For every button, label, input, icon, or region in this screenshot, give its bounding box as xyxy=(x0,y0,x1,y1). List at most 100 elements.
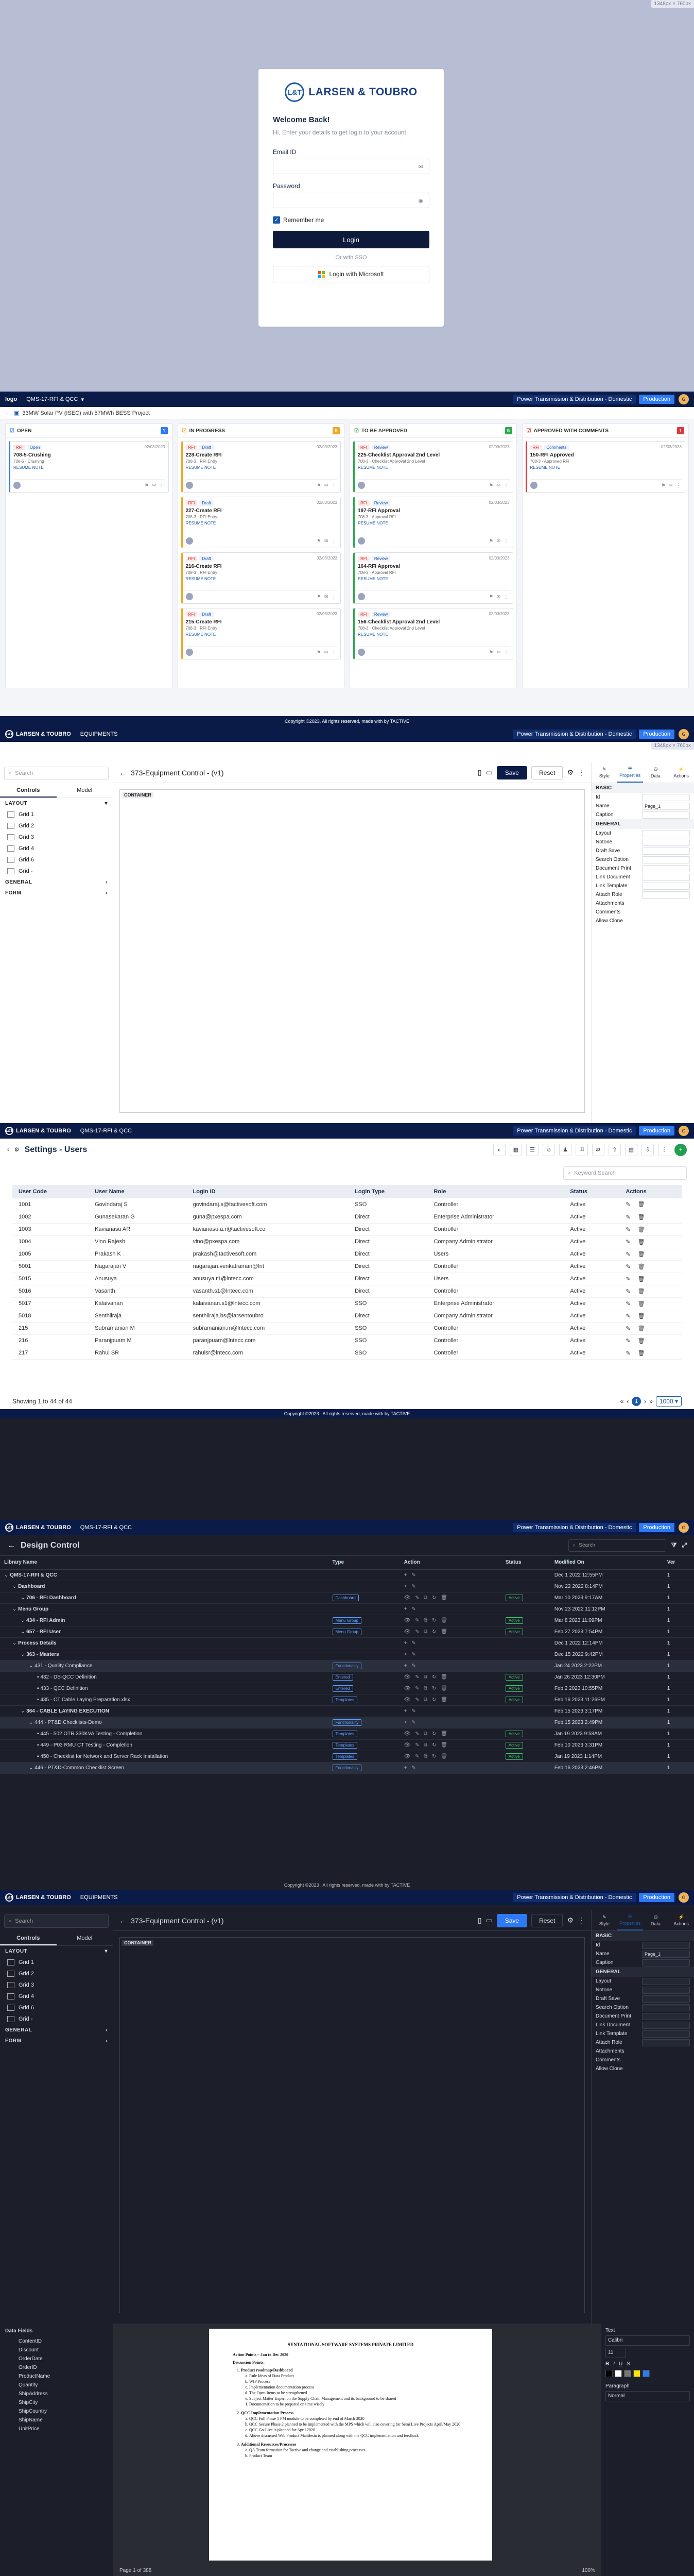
lt-logo[interactable]: L&T LARSEN & TOUBRO xyxy=(5,1893,71,1902)
card-action-icons[interactable]: ⚑ ✉ ⋮ xyxy=(317,594,337,600)
property-input[interactable] xyxy=(642,873,690,881)
grid-item[interactable]: Grid 1 xyxy=(0,809,113,820)
expand-chevron-icon[interactable]: ⌄ xyxy=(21,1652,26,1657)
group-form[interactable]: FORM › xyxy=(0,888,113,899)
delete-icon[interactable]: 🗑 xyxy=(638,1227,645,1233)
group-layout[interactable]: LAYOUT ▾ xyxy=(0,798,113,809)
library-row[interactable]: ⌄ QMS-17-RFI & QCC + ✎ Dec 1 2022 12:55PM 1 xyxy=(0,1569,694,1581)
action-icons[interactable]: 👁 ✎ ⧉ ↻ 🗑 xyxy=(404,1742,449,1748)
group-icon[interactable]: ♟ xyxy=(559,1143,571,1156)
last-page-icon[interactable]: » xyxy=(649,1398,653,1405)
app-switcher[interactable]: QMS-17-RFI & QCC xyxy=(26,396,78,402)
column-checkbox-icon[interactable]: ☑ xyxy=(10,428,14,434)
attachments-toggle[interactable]: Attachments xyxy=(592,899,694,908)
card-link[interactable]: RESUME NOTE xyxy=(358,521,510,526)
action-icons[interactable]: + ✎ xyxy=(404,1606,418,1612)
download-icon[interactable]: ⇩ xyxy=(641,1143,654,1156)
palette-search[interactable]: ⌕ Search xyxy=(4,1914,109,1928)
project-name[interactable]: 33MW Solar PV (ISEC) with 57MWh BESS Pro… xyxy=(22,410,150,416)
edit-icon[interactable]: ✎ xyxy=(626,1239,630,1245)
data-field-item[interactable]: ShipCity xyxy=(9,2398,104,2407)
property-input[interactable] xyxy=(642,2004,690,2011)
card-action-icons[interactable]: ⚑ ✉ ⋮ xyxy=(489,538,510,544)
property-input[interactable] xyxy=(642,891,690,899)
column-header[interactable]: Login Type xyxy=(349,1185,428,1198)
expand-chevron-icon[interactable]: ⌄ xyxy=(21,1618,26,1623)
zoom-level[interactable]: 100% xyxy=(582,2568,595,2573)
color-swatch[interactable] xyxy=(624,2370,631,2377)
table-row[interactable]: 1002 Gunasekaran Gguna@pxespa.com Direct En… xyxy=(12,1211,682,1224)
back-arrow-icon[interactable]: ← xyxy=(119,769,127,777)
edit-icon[interactable]: ✎ xyxy=(626,1313,630,1319)
table-row[interactable]: 5018 Senthilraja senthilraja.bs@larsentoub… xyxy=(12,1310,682,1323)
allow-clone-toggle[interactable]: Allow Clone xyxy=(592,917,694,925)
card-action-icons[interactable]: ⚑ ✉ ⋮ xyxy=(489,594,510,600)
action-icons[interactable]: + ✎ xyxy=(404,1572,418,1578)
lt-logo[interactable]: L&T LARSEN & TOUBRO xyxy=(5,1523,71,1532)
expand-chevron-icon[interactable]: ⌄ xyxy=(4,1572,10,1578)
first-page-icon[interactable]: « xyxy=(620,1398,624,1405)
column-header[interactable]: User Name xyxy=(89,1185,187,1198)
eye-icon[interactable]: ◉ xyxy=(417,197,425,204)
card-action-icons[interactable]: ⚑ ✉ ⋮ xyxy=(317,483,337,488)
table-row[interactable]: 1004 Vino Rajesh vino@pxespa.com Direct Comp… xyxy=(12,1235,682,1248)
library-row[interactable]: ⌄ 363 - Masters + ✎ Dec 15 2022 9:42PM 1 xyxy=(0,1649,694,1660)
property-input[interactable] xyxy=(642,793,690,801)
grid-item[interactable]: Grid 4 xyxy=(0,1991,113,2002)
lt-logo[interactable]: L&T LARSEN & TOUBRO xyxy=(5,730,71,738)
rfi-card[interactable]: RFI Draft 02/03/2023 227-Create RFI 708-3 · … xyxy=(181,497,341,548)
avatar[interactable]: G xyxy=(679,1892,689,1903)
remember-me[interactable]: ✓ Remember me xyxy=(273,216,429,224)
more-icon[interactable]: ⋮ xyxy=(578,1916,585,1925)
table-row[interactable]: 5016 Vasanth vasanth.s1@lntecc.com Direct Co… xyxy=(12,1285,682,1298)
rfi-card[interactable]: RFI Draft 02/03/2023 216-Create RFI 708-3 · … xyxy=(181,552,341,604)
tab-properties[interactable]: ☰ Properties xyxy=(617,1910,643,1930)
expand-chevron-icon[interactable]: ⌄ xyxy=(12,1640,18,1646)
add-user-button[interactable]: + xyxy=(674,1143,687,1156)
action-icons[interactable]: 👁 ✎ ⧉ ↻ 🗑 xyxy=(404,1618,449,1623)
app-title[interactable]: EQUIPMENTS xyxy=(80,731,118,737)
rfi-card[interactable]: RFI Review 02/03/2023 164-RFI Approval 708-3… xyxy=(353,552,513,604)
view-icon[interactable]: ◐ xyxy=(493,1143,506,1156)
expand-chevron-icon[interactable]: ⌄ xyxy=(29,1765,34,1771)
grid-item[interactable]: Grid 3 xyxy=(0,832,113,843)
property-input[interactable] xyxy=(642,1941,690,1949)
back-arrow-icon[interactable]: ← xyxy=(119,1917,127,1925)
group-layout[interactable]: LAYOUT ▾ xyxy=(0,1946,113,1957)
font-size-select[interactable]: 11 xyxy=(605,2348,626,2358)
grid-item[interactable]: Grid 1 xyxy=(0,1957,113,1968)
strike-icon[interactable]: S xyxy=(627,2361,630,2367)
property-input[interactable] xyxy=(642,2030,690,2038)
tab-data[interactable]: ⛁ Data xyxy=(643,1910,669,1930)
library-row[interactable]: ⌄ 444 - PT&D Checklists-Demo Functionalit… xyxy=(0,1717,694,1728)
tab-controls[interactable]: Controls xyxy=(0,784,57,798)
data-field-item[interactable]: ContentID xyxy=(9,2337,104,2346)
app-title[interactable]: QMS-17-RFI & QCC xyxy=(80,1128,132,1134)
delete-icon[interactable]: 🗑 xyxy=(638,1239,645,1245)
expand-chevron-icon[interactable]: ⌄ xyxy=(29,1720,34,1725)
bold-icon[interactable]: B xyxy=(605,2361,609,2367)
rfi-card[interactable]: RFI Draft 02/03/2023 228-Create RFI 708-3 · … xyxy=(181,441,341,493)
data-field-item[interactable]: Discount xyxy=(9,2346,104,2354)
avatar[interactable]: G xyxy=(679,1522,689,1533)
column-header[interactable]: User Code xyxy=(12,1185,89,1198)
save-button[interactable]: Save xyxy=(496,1913,528,1927)
table-row[interactable]: 5017 Kalaivanan kalaivanan.s1@lntecc.com SS… xyxy=(12,1297,682,1310)
card-link[interactable]: RESUME NOTE xyxy=(530,465,682,470)
library-row[interactable]: ▪ 445 - 502 OTR 330KVA Testing - Complet… xyxy=(0,1728,694,1740)
delete-icon[interactable]: 🗑 xyxy=(638,1338,645,1344)
allow-clone-toggle[interactable]: Allow Clone xyxy=(592,2064,694,2073)
avatar[interactable]: G xyxy=(679,1126,689,1136)
save-button[interactable]: Save xyxy=(496,766,528,779)
data-field-item[interactable]: ShipCountry xyxy=(9,2407,104,2416)
tab-data[interactable]: ⛁ Data xyxy=(643,762,669,783)
action-icons[interactable]: + ✎ xyxy=(404,1765,418,1771)
group-general[interactable]: GENERAL › xyxy=(0,877,113,888)
expand-icon[interactable]: ⤢ xyxy=(682,1541,687,1549)
action-icons[interactable]: + ✎ xyxy=(404,1652,418,1657)
table-row[interactable]: 5015 Anusuya anusuya.r1@lntecc.com Direct Us… xyxy=(12,1273,682,1285)
delete-icon[interactable]: 🗑 xyxy=(638,1326,645,1332)
action-icons[interactable]: 👁 ✎ ⧉ ↻ 🗑 xyxy=(404,1674,449,1680)
property-input[interactable] xyxy=(642,882,690,890)
card-action-icons[interactable]: ⚑ ✉ ⋮ xyxy=(489,483,510,488)
